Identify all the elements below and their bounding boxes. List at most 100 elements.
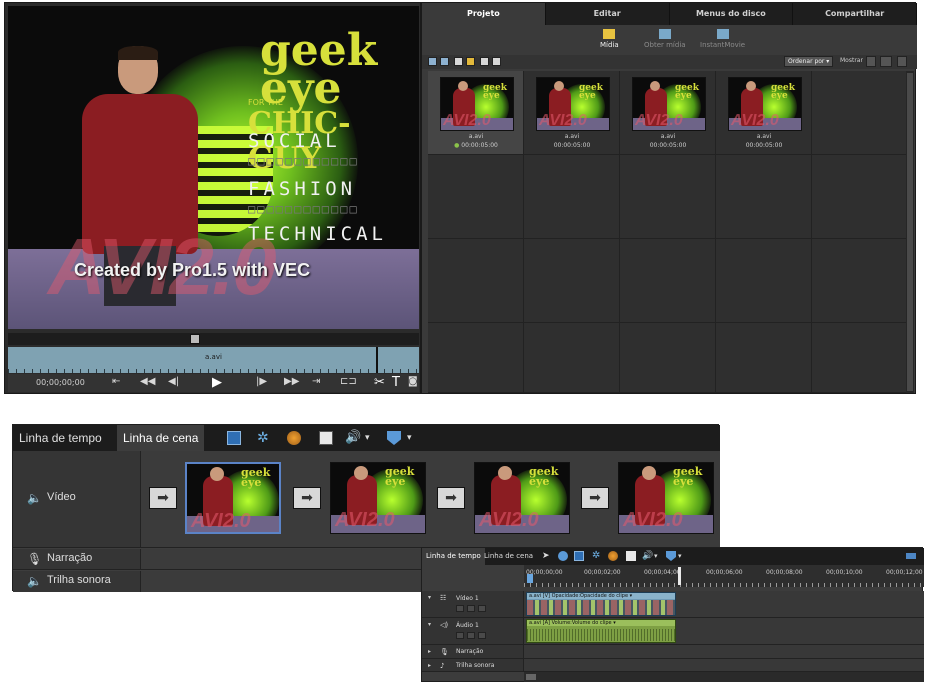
chevron-down-icon[interactable]: ▾ [407,431,421,445]
ruler-ticks [524,583,924,587]
fast-forward-icon[interactable]: ▶▶ [284,376,299,387]
chevron-down-icon[interactable]: ▾ [678,551,688,561]
scene-clip[interactable]: geek eye AVI2.0 [330,462,426,534]
music-speaker-icon[interactable]: 🔈 [27,574,42,588]
document-icon[interactable] [480,57,489,66]
current-time-indicator[interactable] [678,567,681,585]
effects-icon[interactable] [287,431,301,445]
subtab-instantmovie[interactable]: InstantMovie [700,29,745,49]
track-next-button[interactable] [478,632,486,639]
shuttle-icon[interactable]: ⊏⊐ [340,376,357,387]
mini-playhead[interactable] [376,347,378,373]
track-keyframe-button[interactable] [467,632,475,639]
subtab-obter-midia[interactable]: Obter mídia [644,29,686,49]
empty-cell [716,155,812,239]
video-clip[interactable]: a.avi [V] Opacidade:Opacidade do clipe ▾ [526,592,676,616]
markers-list-icon[interactable] [319,431,333,445]
transition-slot[interactable]: ➡ [293,487,321,509]
timecode-display: 00;00;00;00 [36,378,85,387]
expand-arrow-icon[interactable]: ▸ [428,662,431,669]
tab-menus-disco[interactable]: Menus do disco [670,3,794,25]
go-to-out-icon[interactable]: ⇥ [312,376,320,387]
show-filter-video[interactable] [866,56,876,67]
show-filter-image[interactable] [897,56,907,67]
add-text-icon[interactable]: T [392,375,400,390]
new-item-icon[interactable] [454,57,463,66]
scene-clip[interactable]: geek eye AVI2.0 [618,462,714,534]
scrubber-thumb[interactable] [190,334,200,344]
markers-list-icon[interactable] [626,551,636,561]
media-scrollbar[interactable] [906,71,914,393]
smart-fix-icon[interactable] [227,431,241,445]
speaker-icon[interactable]: 🔈 [27,491,42,505]
chevron-down-icon[interactable]: ▾ [365,431,379,445]
tab-linha-de-tempo[interactable]: Linha de tempo [13,425,108,451]
collapse-arrow-icon[interactable]: ▾ [428,621,431,628]
audio-mixer-icon[interactable]: 🔊 [345,431,361,445]
tab-linha-de-cena[interactable]: Linha de cena [117,425,205,451]
playhead-handle[interactable] [527,574,533,583]
track-keyframe-button[interactable] [467,605,475,612]
list-view-icon[interactable] [428,57,437,66]
scene-clip[interactable]: geek eye AVI2.0 [185,462,281,534]
selection-tool-icon[interactable]: ➤ [542,551,552,561]
media-item[interactable]: geek eye AVI2.0 a.avi ● 00:00:05:00 [428,71,524,155]
smart-mix-icon[interactable]: ✲ [592,551,602,561]
track-lock-button[interactable] [456,605,464,612]
empty-cell [428,239,524,323]
effects-icon[interactable] [608,551,618,561]
step-back-icon[interactable]: ◀| [168,376,179,387]
play-icon[interactable]: ▶ [212,375,222,390]
preview-scrubber[interactable] [8,333,419,345]
tab-compartilhar[interactable]: Compartilhar [793,3,917,25]
marker-icon[interactable] [666,551,676,561]
sort-dropdown[interactable]: Ordenar por ▾ [784,56,834,67]
playback-controls: 00;00;00;00 ⇤ ◀◀ ◀| ▶ |▶ ▶▶ ⇥ ⊏⊐ ✂ T ◙ [8,374,419,392]
smart-mix-icon[interactable]: ✲ [257,431,271,445]
tab-linha-de-cena[interactable]: Linha de cena [480,548,537,565]
timeline-scrollbar[interactable] [524,672,924,682]
marker-icon[interactable] [387,431,401,445]
chevron-down-icon[interactable]: ▾ [654,551,664,561]
watermark-caption: Created by Pro1.5 with VEC [74,260,311,280]
tab-projeto[interactable]: Projeto [422,3,546,25]
split-clip-icon[interactable]: ✂ [374,375,385,390]
time-ruler[interactable]: 00;00;00;00 00;00;02;00 00;00;04;00 00;0… [524,565,924,587]
zoom-icon[interactable] [906,553,916,559]
transition-slot[interactable]: ➡ [149,487,177,509]
transition-slot[interactable]: ➡ [437,487,465,509]
monitor-mini-timeline[interactable]: a.avi [8,347,419,373]
smart-fix-icon[interactable] [574,551,584,561]
transition-slot[interactable]: ➡ [581,487,609,509]
media-item[interactable]: geek eye AVI2.0 a.avi 00:00:05:00 [716,71,812,155]
audio-mixer-icon[interactable]: 🔊 [642,551,653,561]
tab-linha-de-tempo[interactable]: Linha de tempo [422,548,485,565]
track-next-button[interactable] [478,605,486,612]
rewind-icon[interactable]: ◀◀ [140,376,155,387]
audio-1-track: ▾ ◁) Áudio 1 a.avi [A] Volume:Volume do … [422,618,924,645]
media-item[interactable]: geek eye AVI2.0 a.avi 00:00:05:00 [524,71,620,155]
scene-clip[interactable]: geek eye AVI2.0 [474,462,570,534]
track-lock-button[interactable] [456,632,464,639]
time-stretch-icon[interactable] [558,551,568,561]
icon-view-icon[interactable] [440,57,449,66]
show-filter-audio[interactable] [880,56,892,67]
music-track-header: 🔈 Trilha sonora [13,571,141,592]
video-preview[interactable]: geek eye FOR THE CHIC-GUY SOCIAL □□□□□□□□… [8,6,419,329]
collapse-arrow-icon[interactable]: ▾ [428,594,431,601]
expand-arrow-icon[interactable]: ▸ [428,648,431,655]
subtab-midia[interactable]: Mídia [600,29,619,49]
freeze-frame-icon[interactable]: ◙ [408,376,418,387]
folder-icon[interactable] [466,57,475,66]
clip-duration: 00:00:05:00 [649,142,687,149]
go-to-in-icon[interactable]: ⇤ [112,376,120,387]
mini-ticks [8,369,419,373]
scene-video-track: 🔈 Vídeo ➡ geek eye AVI2.0 ➡ geek eye AVI2.0 … [13,451,720,548]
empty-cell [620,239,716,323]
audio-clip[interactable]: a.avi [A] Volume:Volume do clipe ▾ [526,619,676,643]
media-item[interactable]: geek eye AVI2.0 a.avi 00:00:05:00 [620,71,716,155]
trash-icon[interactable] [492,57,501,66]
step-forward-icon[interactable]: |▶ [256,376,267,387]
tab-editar[interactable]: Editar [546,3,670,25]
microphone-icon[interactable]: 🎙 [27,552,42,566]
